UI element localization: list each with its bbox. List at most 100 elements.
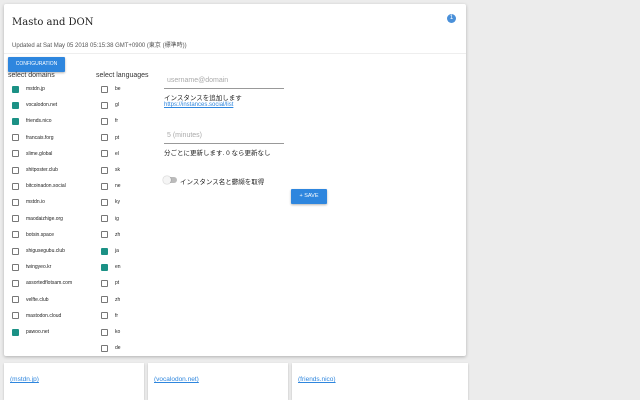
language-row[interactable]: ja: [101, 246, 119, 256]
domain-checkbox[interactable]: [12, 231, 19, 239]
domain-label: mstdn.jp: [26, 86, 45, 92]
domain-row[interactable]: friends.nico: [12, 116, 52, 126]
language-checkbox[interactable]: [101, 279, 108, 287]
domain-row[interactable]: assortedflotsam.com: [12, 278, 72, 288]
language-row[interactable]: zh: [101, 295, 120, 305]
domain-checkbox[interactable]: [12, 279, 19, 287]
domain-row[interactable]: bitcoinadon.social: [12, 181, 66, 191]
language-label: be: [115, 86, 121, 92]
language-checkbox[interactable]: [101, 166, 108, 174]
domain-row[interactable]: vocalodon.net: [12, 100, 57, 110]
domain-checkbox[interactable]: [12, 166, 19, 174]
domain-checkbox[interactable]: [12, 296, 19, 304]
language-row[interactable]: sk: [101, 165, 120, 175]
language-checkbox[interactable]: [101, 117, 108, 125]
toggle-knob[interactable]: [163, 176, 171, 184]
timeline-link[interactable]: (vocalodon.net): [154, 376, 199, 383]
language-label: ne: [115, 183, 121, 190]
domain-label: botsin.space: [26, 231, 55, 238]
domain-row[interactable]: francais.forg: [12, 133, 54, 143]
domain-row[interactable]: slime.global: [12, 149, 52, 159]
language-checkbox[interactable]: [101, 247, 108, 255]
language-checkbox[interactable]: [101, 312, 108, 320]
language-row[interactable]: fr: [101, 311, 118, 321]
domain-checkbox[interactable]: [12, 247, 19, 255]
language-checkbox[interactable]: [101, 215, 108, 223]
domain-row[interactable]: botsin.space: [12, 230, 54, 240]
domain-checkbox[interactable]: [12, 198, 19, 206]
language-checkbox[interactable]: [101, 263, 108, 271]
domain-row[interactable]: mastodon.cloud: [12, 311, 61, 321]
language-row[interactable]: el: [101, 149, 119, 159]
domain-row[interactable]: maodaizhige.org: [12, 214, 63, 224]
domain-checkbox[interactable]: [12, 182, 19, 190]
language-checkbox[interactable]: [101, 328, 108, 336]
domain-row[interactable]: mstdn.io: [12, 197, 45, 207]
domain-checkbox[interactable]: [12, 134, 19, 142]
updated-timestamp: Updated at Sat May 05 2018 05:15:38 GMT+…: [12, 43, 187, 49]
domain-row[interactable]: shitposter.club: [12, 165, 58, 175]
divider: [4, 53, 466, 54]
domain-row[interactable]: velfte.club: [12, 295, 49, 305]
language-row[interactable]: en: [101, 262, 121, 272]
interval-input[interactable]: 5 (minutes): [167, 132, 202, 139]
save-button[interactable]: + SAVE: [291, 189, 327, 204]
instance-help: インスタンスを追加します: [164, 95, 242, 102]
language-checkbox[interactable]: [101, 85, 108, 93]
language-row[interactable]: fr: [101, 116, 118, 126]
language-row[interactable]: zh: [101, 230, 120, 240]
domain-checkbox[interactable]: [12, 117, 19, 125]
domain-checkbox[interactable]: [12, 85, 19, 93]
language-row[interactable]: de: [101, 343, 121, 353]
domain-row[interactable]: mstdn.jp: [12, 84, 45, 94]
language-label: de: [115, 345, 121, 352]
language-row[interactable]: ne: [101, 181, 121, 191]
domain-label: pawoo.net: [26, 329, 50, 335]
language-row[interactable]: ky: [101, 197, 120, 207]
domain-checkbox[interactable]: [12, 263, 19, 271]
timeline-link[interactable]: (mstdn.jp): [10, 376, 39, 383]
domain-label: assortedflotsam.com: [26, 280, 73, 287]
language-checkbox[interactable]: [101, 296, 108, 304]
language-checkbox[interactable]: [101, 231, 108, 239]
domains-heading: select domains: [8, 72, 55, 79]
domain-checkbox[interactable]: [12, 328, 19, 336]
language-checkbox[interactable]: [101, 198, 108, 206]
configuration-button[interactable]: CONFIGURATION: [8, 57, 65, 72]
instances-link[interactable]: https://instances.social/list: [164, 102, 233, 108]
domain-row[interactable]: twingyeo.kr: [12, 262, 51, 272]
domain-label: slime.global: [26, 150, 53, 157]
domain-row[interactable]: shigusegubu.club: [12, 246, 65, 256]
domain-checkbox[interactable]: [12, 101, 19, 109]
notification-badge[interactable]: 1: [447, 14, 456, 23]
domain-label: mastodon.cloud: [26, 312, 62, 319]
timeline-link[interactable]: (friends.nico): [298, 376, 336, 383]
domain-label: bitcoinadon.social: [26, 183, 66, 190]
language-row[interactable]: pt: [101, 133, 119, 143]
language-row[interactable]: be: [101, 84, 121, 94]
timeline-column: (vocalodon.net): [148, 363, 288, 400]
language-label: ko: [115, 329, 121, 335]
language-label: fr: [115, 118, 119, 125]
language-checkbox[interactable]: [101, 101, 108, 109]
language-checkbox[interactable]: [101, 344, 108, 352]
language-row[interactable]: ig: [101, 214, 119, 224]
language-label: sk: [115, 167, 120, 173]
domain-checkbox[interactable]: [12, 150, 19, 158]
domain-label: maodaizhige.org: [26, 215, 63, 222]
domain-label: mstdn.io: [26, 199, 45, 206]
instance-input[interactable]: username@domain: [167, 77, 228, 84]
domain-row[interactable]: pawoo.net: [12, 327, 49, 337]
domain-checkbox[interactable]: [12, 215, 19, 223]
timeline-column: (mstdn.jp): [4, 363, 144, 400]
language-row[interactable]: pt: [101, 278, 119, 288]
language-row[interactable]: ko: [101, 327, 120, 337]
language-checkbox[interactable]: [101, 182, 108, 190]
domain-checkbox[interactable]: [12, 312, 19, 320]
language-label: fr: [115, 312, 119, 319]
language-label: el: [115, 150, 119, 157]
language-label: ky: [115, 199, 120, 206]
language-checkbox[interactable]: [101, 150, 108, 158]
language-row[interactable]: gl: [101, 100, 119, 110]
language-checkbox[interactable]: [101, 134, 108, 142]
